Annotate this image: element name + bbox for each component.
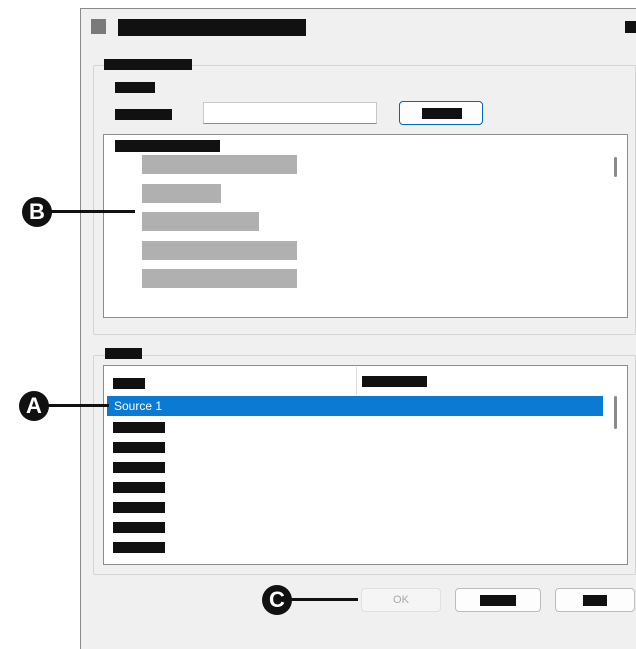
tree-scrollbar[interactable]: [614, 157, 617, 177]
app-icon: [91, 19, 106, 34]
callout-a-marker: A: [19, 391, 49, 421]
callout-c-line: [290, 598, 358, 601]
column-divider[interactable]: [356, 367, 357, 395]
list-item-redacted[interactable]: [113, 442, 165, 453]
top-groupbox-title-redacted: [104, 59, 192, 70]
dialog-window: Source 1 OK: [80, 8, 636, 649]
column-header-type-redacted[interactable]: [362, 376, 427, 387]
list-item-redacted[interactable]: [113, 542, 165, 553]
help-button[interactable]: [555, 588, 635, 612]
callout-b-marker: B: [22, 197, 52, 227]
list-item-redacted[interactable]: [113, 522, 165, 533]
search-label-redacted: [115, 109, 172, 120]
top-label-redacted: [115, 82, 155, 93]
tree-root-redacted: [115, 140, 220, 152]
callout-c-marker: C: [262, 585, 292, 615]
list-scrollbar[interactable]: [614, 396, 617, 429]
list-item-redacted[interactable]: [113, 462, 165, 473]
tree-item[interactable]: [142, 269, 297, 288]
tree-view[interactable]: [103, 134, 628, 318]
cancel-button-label-redacted: [480, 595, 516, 606]
callout-b-line: [50, 210, 135, 213]
cancel-button[interactable]: [455, 588, 541, 612]
tree-item[interactable]: [142, 155, 297, 174]
search-input[interactable]: [203, 102, 377, 124]
list-item-selected[interactable]: Source 1: [107, 396, 603, 416]
bottom-groupbox-title-redacted: [105, 348, 142, 359]
window-title-redacted: [118, 19, 306, 36]
help-button-label-redacted: [583, 595, 607, 606]
list-item-redacted[interactable]: [113, 502, 165, 513]
column-header-name-redacted[interactable]: [113, 378, 145, 389]
tree-item[interactable]: [142, 212, 259, 231]
browse-button-label-redacted: [422, 108, 462, 119]
list-item-redacted[interactable]: [113, 482, 165, 493]
ok-button[interactable]: OK: [361, 588, 441, 612]
callout-a-line: [47, 404, 109, 407]
tree-item[interactable]: [142, 184, 221, 203]
sources-list[interactable]: [103, 365, 628, 565]
list-item-label: Source 1: [114, 399, 163, 413]
title-bar: [81, 9, 636, 43]
list-item-redacted[interactable]: [113, 422, 165, 433]
tree-item[interactable]: [142, 241, 297, 260]
browse-button[interactable]: [399, 101, 483, 125]
close-icon[interactable]: [625, 21, 636, 33]
